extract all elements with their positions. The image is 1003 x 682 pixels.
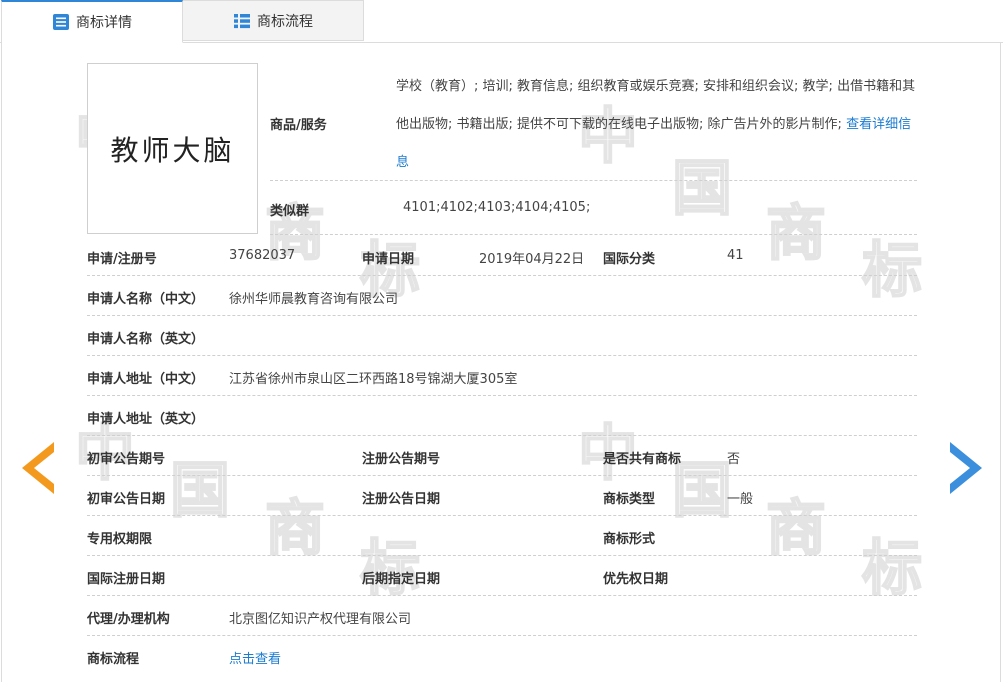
address-en-label: 申请人地址（英文） bbox=[87, 412, 205, 427]
later-date-label: 后期指定日期 bbox=[362, 572, 441, 587]
row-divider bbox=[87, 475, 917, 476]
intl-class-value: 41 bbox=[727, 248, 744, 263]
row-divider bbox=[87, 355, 917, 356]
row-divider bbox=[87, 315, 917, 316]
applicant-en-label: 申请人名称（英文） bbox=[87, 332, 205, 347]
address-cn-label: 申请人地址（中文） bbox=[87, 372, 205, 387]
goods-services-value: 学校（教育）; 培训; 教育信息; 组织教育或娱乐竞赛; 安排和组织会议; 教学… bbox=[396, 68, 920, 182]
applicant-cn-value: 徐州华师晨教育咨询有限公司 bbox=[229, 292, 399, 307]
shared-value: 否 bbox=[727, 452, 741, 467]
prelim-date-label: 初审公告日期 bbox=[87, 492, 166, 507]
reg-no-label: 申请/注册号 bbox=[87, 252, 157, 267]
flow-list-icon bbox=[233, 12, 251, 30]
row-divider bbox=[87, 515, 917, 516]
tab-label: 商标详情 bbox=[76, 15, 132, 31]
row-divider bbox=[87, 395, 917, 396]
applicant-cn-label: 申请人名称（中文） bbox=[87, 292, 205, 307]
tab-trademark-flow[interactable]: 商标流程 bbox=[183, 0, 364, 41]
agent-value: 北京图亿知识产权代理有限公司 bbox=[229, 612, 412, 627]
goods-services-label: 商品/服务 bbox=[270, 118, 327, 133]
arrow-left-icon bbox=[22, 442, 54, 494]
tm-type-value: 一般 bbox=[727, 492, 754, 507]
shared-label: 是否共有商标 bbox=[603, 452, 682, 467]
prelim-no-label: 初审公告期号 bbox=[87, 452, 166, 467]
tm-type-label: 商标类型 bbox=[603, 492, 656, 507]
agent-label: 代理/办理机构 bbox=[87, 612, 170, 627]
next-button[interactable] bbox=[950, 442, 982, 494]
detail-list-icon bbox=[52, 13, 70, 31]
trademark-flow-label: 商标流程 bbox=[87, 652, 140, 667]
tab-bar: 商标详情 商标流程 bbox=[0, 0, 1003, 43]
tm-form-label: 商标形式 bbox=[603, 532, 656, 547]
reg-pub-no-label: 注册公告期号 bbox=[362, 452, 441, 467]
reg-pub-date-label: 注册公告日期 bbox=[362, 492, 441, 507]
row-divider bbox=[87, 435, 917, 436]
apply-date-value: 2019年04月22日 bbox=[479, 252, 585, 267]
row-divider bbox=[87, 555, 917, 556]
similar-group-label: 类似群 bbox=[270, 204, 310, 219]
view-flow-link[interactable]: 点击查看 bbox=[229, 648, 281, 667]
apply-date-label: 申请日期 bbox=[362, 252, 415, 267]
similar-group-value: 4101;4102;4103;4104;4105; bbox=[403, 200, 591, 215]
row-divider bbox=[270, 180, 917, 181]
row-divider bbox=[87, 595, 917, 596]
trademark-image: 教师大脑 bbox=[87, 63, 258, 234]
row-divider bbox=[87, 275, 917, 276]
prev-button[interactable] bbox=[22, 442, 54, 494]
trademark-image-text: 教师大脑 bbox=[110, 133, 235, 167]
priority-date-label: 优先权日期 bbox=[603, 572, 669, 587]
goods-services-text: 学校（教育）; 培训; 教育信息; 组织教育或娱乐竞赛; 安排和组织会议; 教学… bbox=[396, 79, 916, 132]
address-cn-value: 江苏省徐州市泉山区二环西路18号锦湖大厦305室 bbox=[229, 372, 518, 387]
row-divider bbox=[87, 635, 917, 636]
tab-trademark-detail[interactable]: 商标详情 bbox=[1, 0, 183, 43]
row-divider bbox=[270, 234, 917, 235]
arrow-right-icon bbox=[950, 442, 982, 494]
tab-label: 商标流程 bbox=[257, 13, 313, 30]
intl-class-label: 国际分类 bbox=[603, 252, 656, 267]
intl-reg-date-label: 国际注册日期 bbox=[87, 572, 166, 587]
exclusive-period-label: 专用权期限 bbox=[87, 532, 153, 547]
reg-no-value: 37682037 bbox=[229, 248, 296, 263]
